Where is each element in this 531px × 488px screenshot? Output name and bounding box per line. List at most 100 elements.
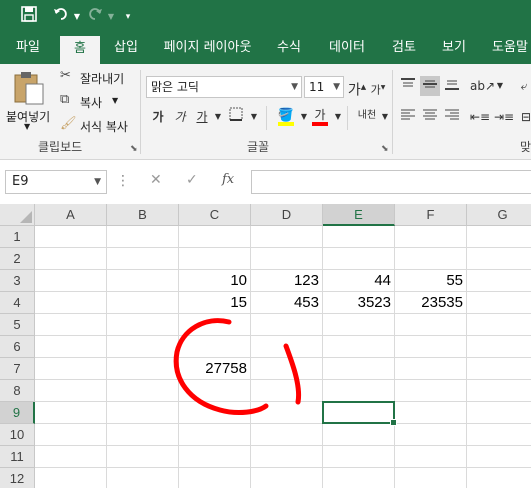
column-header-a[interactable]: A bbox=[35, 204, 107, 226]
orientation-dropdown-icon[interactable]: ▼ bbox=[490, 76, 510, 96]
font-color-glyph: 가 bbox=[314, 108, 326, 122]
formula-input[interactable] bbox=[251, 170, 531, 194]
cell-c4[interactable]: 15 bbox=[179, 292, 251, 314]
gridline-horizontal bbox=[35, 379, 531, 380]
align-middle-button[interactable] bbox=[420, 76, 440, 96]
cell-c7[interactable]: 27758 bbox=[179, 358, 251, 380]
row-header-4[interactable]: 4 bbox=[0, 292, 35, 314]
align-left-icon bbox=[401, 109, 415, 120]
bold-button[interactable]: 가 bbox=[148, 107, 168, 127]
enter-icon[interactable]: ✓ bbox=[186, 172, 198, 188]
cell-c3[interactable]: 10 bbox=[179, 270, 251, 292]
cell-e3[interactable]: 44 bbox=[323, 270, 395, 292]
column-header-f[interactable]: F bbox=[395, 204, 467, 226]
tab-review[interactable]: 검토 bbox=[382, 34, 426, 64]
cut-button[interactable]: ✂ 잘라내기 bbox=[60, 68, 130, 88]
orientation-button[interactable]: ab↗ bbox=[470, 76, 495, 96]
worksheet-grid[interactable]: A B C D E F G 1 2 3 4 5 6 7 8 9 10 11 12 10 123 44 55 15 453 3523… bbox=[0, 204, 531, 488]
active-cell-border[interactable] bbox=[322, 401, 397, 426]
column-header-d[interactable]: D bbox=[251, 204, 323, 226]
wrap-text-icon: ⤶ bbox=[520, 79, 528, 93]
row-header-7[interactable]: 7 bbox=[0, 358, 35, 380]
tab-page-layout[interactable]: 페이지 레이아웃 bbox=[155, 34, 260, 64]
name-box-dropdown-icon[interactable]: ▼ bbox=[94, 171, 101, 193]
column-header-c[interactable]: C bbox=[179, 204, 251, 226]
row-header-11[interactable]: 11 bbox=[0, 446, 35, 468]
font-color-dropdown-icon[interactable]: ▼ bbox=[328, 107, 348, 127]
align-right-button[interactable] bbox=[442, 107, 462, 127]
gridline-horizontal bbox=[35, 467, 531, 468]
row-header-8[interactable]: 8 bbox=[0, 380, 35, 402]
save-icon[interactable] bbox=[18, 6, 40, 28]
decrease-indent-button[interactable]: ⇤≡ bbox=[470, 107, 490, 127]
cell-e4[interactable]: 3523 bbox=[323, 292, 395, 314]
cell-d4[interactable]: 453 bbox=[251, 292, 323, 314]
italic-button[interactable]: 가 bbox=[170, 107, 190, 127]
shrink-font-button[interactable]: 가▼ bbox=[368, 78, 388, 98]
tab-insert[interactable]: 삽입 bbox=[104, 34, 148, 64]
tab-file[interactable]: 파일 bbox=[4, 34, 52, 64]
row-header-1[interactable]: 1 bbox=[0, 226, 35, 248]
cell-d3[interactable]: 123 bbox=[251, 270, 323, 292]
tab-home[interactable]: 홈 bbox=[60, 36, 100, 64]
align-center-button[interactable] bbox=[420, 107, 440, 127]
row-header-12[interactable]: 12 bbox=[0, 468, 35, 488]
group-separator bbox=[347, 106, 348, 130]
tab-formulas[interactable]: 수식 bbox=[268, 34, 310, 64]
insert-function-button[interactable]: fx bbox=[222, 172, 234, 187]
wrap-text-button[interactable]: ⤶ bbox=[514, 76, 531, 96]
paste-icon bbox=[14, 72, 44, 105]
format-painter-button[interactable]: 🖌 서식 복사 bbox=[60, 116, 136, 136]
underline-dropdown-icon[interactable]: ▼ bbox=[208, 107, 228, 127]
row-header-6[interactable]: 6 bbox=[0, 336, 35, 358]
align-top-icon bbox=[401, 78, 415, 87]
cell-f4[interactable]: 23535 bbox=[395, 292, 467, 314]
column-header-g[interactable]: G bbox=[467, 204, 531, 226]
align-bottom-button[interactable] bbox=[442, 76, 462, 96]
align-middle-icon bbox=[423, 80, 437, 88]
align-top-button[interactable] bbox=[398, 76, 418, 96]
borders-icon bbox=[229, 107, 243, 121]
cell-f3[interactable]: 55 bbox=[395, 270, 467, 292]
column-header-b[interactable]: B bbox=[107, 204, 179, 226]
formula-bar-splitter[interactable]: ⋮ bbox=[116, 173, 130, 189]
font-name-value: 맑은 고딕 bbox=[151, 80, 199, 94]
font-color-button[interactable]: 가 bbox=[310, 105, 330, 126]
quick-access-toolbar: ▼ ▼ ▾ bbox=[0, 0, 531, 34]
row-header-2[interactable]: 2 bbox=[0, 248, 35, 270]
borders-button[interactable] bbox=[226, 107, 246, 127]
font-size-combo[interactable]: 11 ▼ bbox=[304, 76, 344, 98]
column-header-e[interactable]: E bbox=[323, 204, 395, 226]
font-launcher-icon[interactable]: ⬊ bbox=[381, 144, 389, 154]
group-separator bbox=[392, 70, 393, 154]
paste-dropdown-icon[interactable]: ▼ bbox=[24, 122, 30, 131]
tab-view[interactable]: 보기 bbox=[432, 34, 476, 64]
font-size-dropdown-icon[interactable]: ▼ bbox=[333, 77, 340, 97]
italic-glyph: 가 bbox=[174, 110, 186, 124]
row-header-9[interactable]: 9 bbox=[0, 402, 35, 424]
phonetic-glyph: 내천 bbox=[357, 110, 377, 121]
font-name-combo[interactable]: 맑은 고딕 ▼ bbox=[146, 76, 302, 98]
row-header-10[interactable]: 10 bbox=[0, 424, 35, 446]
copy-dropdown-icon[interactable]: ▼ bbox=[112, 96, 118, 105]
tab-data[interactable]: 데이터 bbox=[319, 34, 375, 64]
tab-help[interactable]: 도움말 bbox=[480, 34, 531, 64]
ribbon-tabs: 파일 홈 삽입 페이지 레이아웃 수식 데이터 검토 보기 도움말 bbox=[0, 34, 531, 64]
fill-color-button[interactable]: 🪣 bbox=[276, 105, 296, 126]
copy-button[interactable]: ⧉ 복사 ▼ bbox=[60, 92, 130, 112]
row-header-5[interactable]: 5 bbox=[0, 314, 35, 336]
customize-qat-icon[interactable]: ▾ bbox=[117, 6, 139, 28]
increase-indent-button[interactable]: ⇥≡ bbox=[494, 107, 514, 127]
merge-center-button[interactable]: ⊟ bbox=[516, 107, 531, 127]
paste-button[interactable]: 붙여넣기 bbox=[4, 68, 54, 128]
font-name-dropdown-icon[interactable]: ▼ bbox=[291, 77, 298, 97]
grow-font-button[interactable]: 가▲ bbox=[347, 77, 367, 99]
clipboard-launcher-icon[interactable]: ⬊ bbox=[130, 144, 138, 154]
select-all-button[interactable] bbox=[0, 204, 35, 226]
row-header-3[interactable]: 3 bbox=[0, 270, 35, 292]
align-right-icon bbox=[445, 109, 459, 120]
borders-dropdown-icon[interactable]: ▼ bbox=[244, 107, 264, 127]
align-left-button[interactable] bbox=[398, 107, 418, 127]
cancel-icon[interactable]: ✕ bbox=[150, 172, 162, 188]
name-box[interactable]: E9 ▼ bbox=[5, 170, 107, 194]
